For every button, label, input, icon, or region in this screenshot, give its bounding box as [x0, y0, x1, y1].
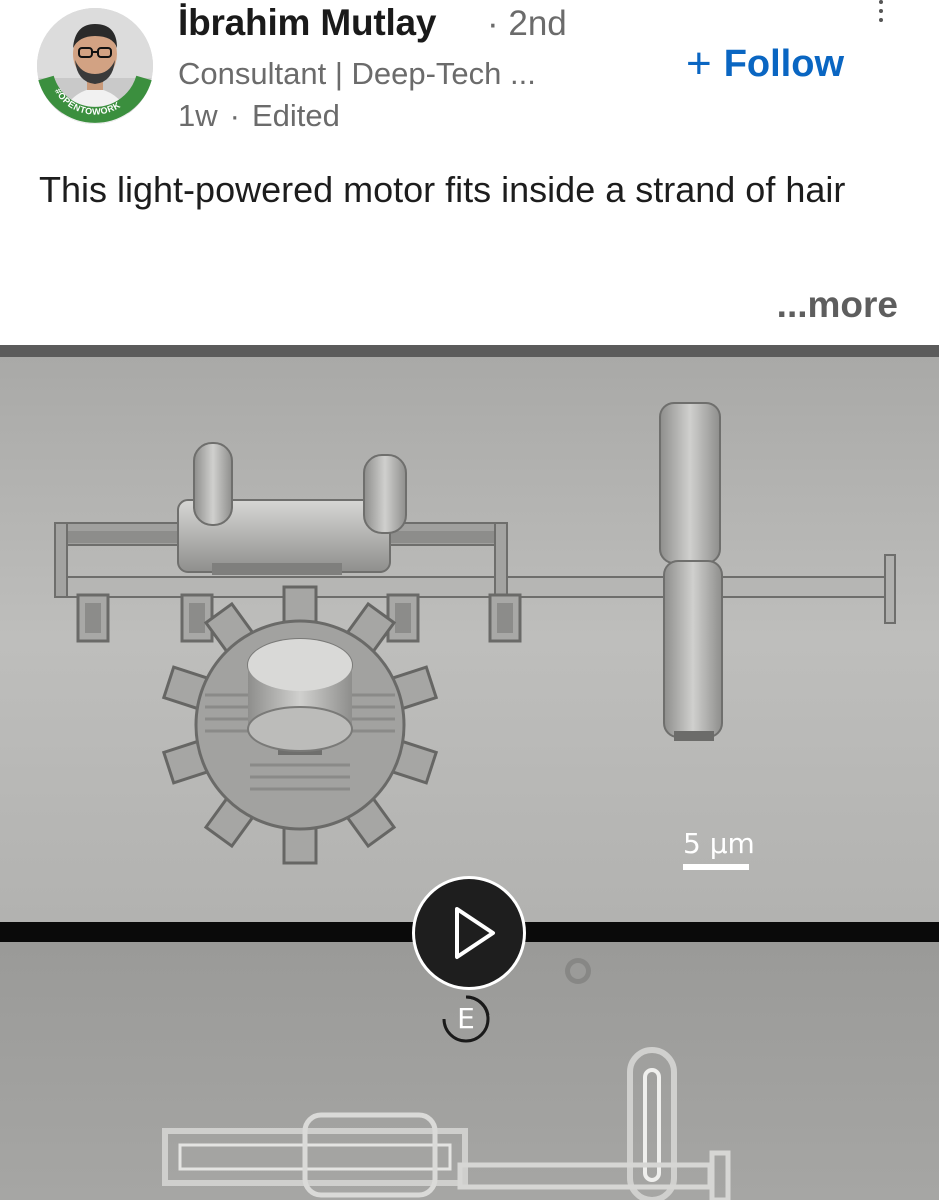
vertical-ellipsis-icon[interactable]: [870, 0, 892, 26]
plus-icon: +: [686, 39, 712, 88]
edited-label: Edited: [251, 98, 340, 133]
play-icon: [455, 907, 495, 959]
author-name[interactable]: İbrahim Mutlay: [178, 2, 436, 44]
post-header: #OPENTOWORK İbrahim Mutlay · 2nd Consult…: [0, 0, 939, 140]
meta-separator: ·: [229, 98, 240, 133]
post-meta: 1w · Edited: [178, 98, 340, 134]
avatar[interactable]: #OPENTOWORK: [37, 8, 153, 124]
connection-degree: · 2nd: [487, 4, 567, 43]
badge-letter: E: [457, 1002, 475, 1035]
video-thumbnail: [0, 345, 939, 1200]
play-button[interactable]: [412, 876, 526, 990]
opentowork-ring: #OPENTOWORK: [38, 75, 152, 123]
follow-label: Follow: [723, 42, 845, 85]
video-badge: E: [440, 993, 492, 1045]
author-headline: Consultant | Deep-Tech ...: [178, 56, 536, 91]
scale-bar-label: 5 µm: [683, 827, 755, 860]
follow-button[interactable]: + Follow: [686, 40, 844, 88]
see-more-link[interactable]: ...more: [777, 284, 898, 326]
post-time: 1w: [178, 98, 218, 133]
post-text: This light-powered motor fits inside a s…: [39, 169, 846, 210]
scale-bar: [683, 864, 749, 870]
video-player[interactable]: 5 µm E: [0, 345, 939, 1200]
